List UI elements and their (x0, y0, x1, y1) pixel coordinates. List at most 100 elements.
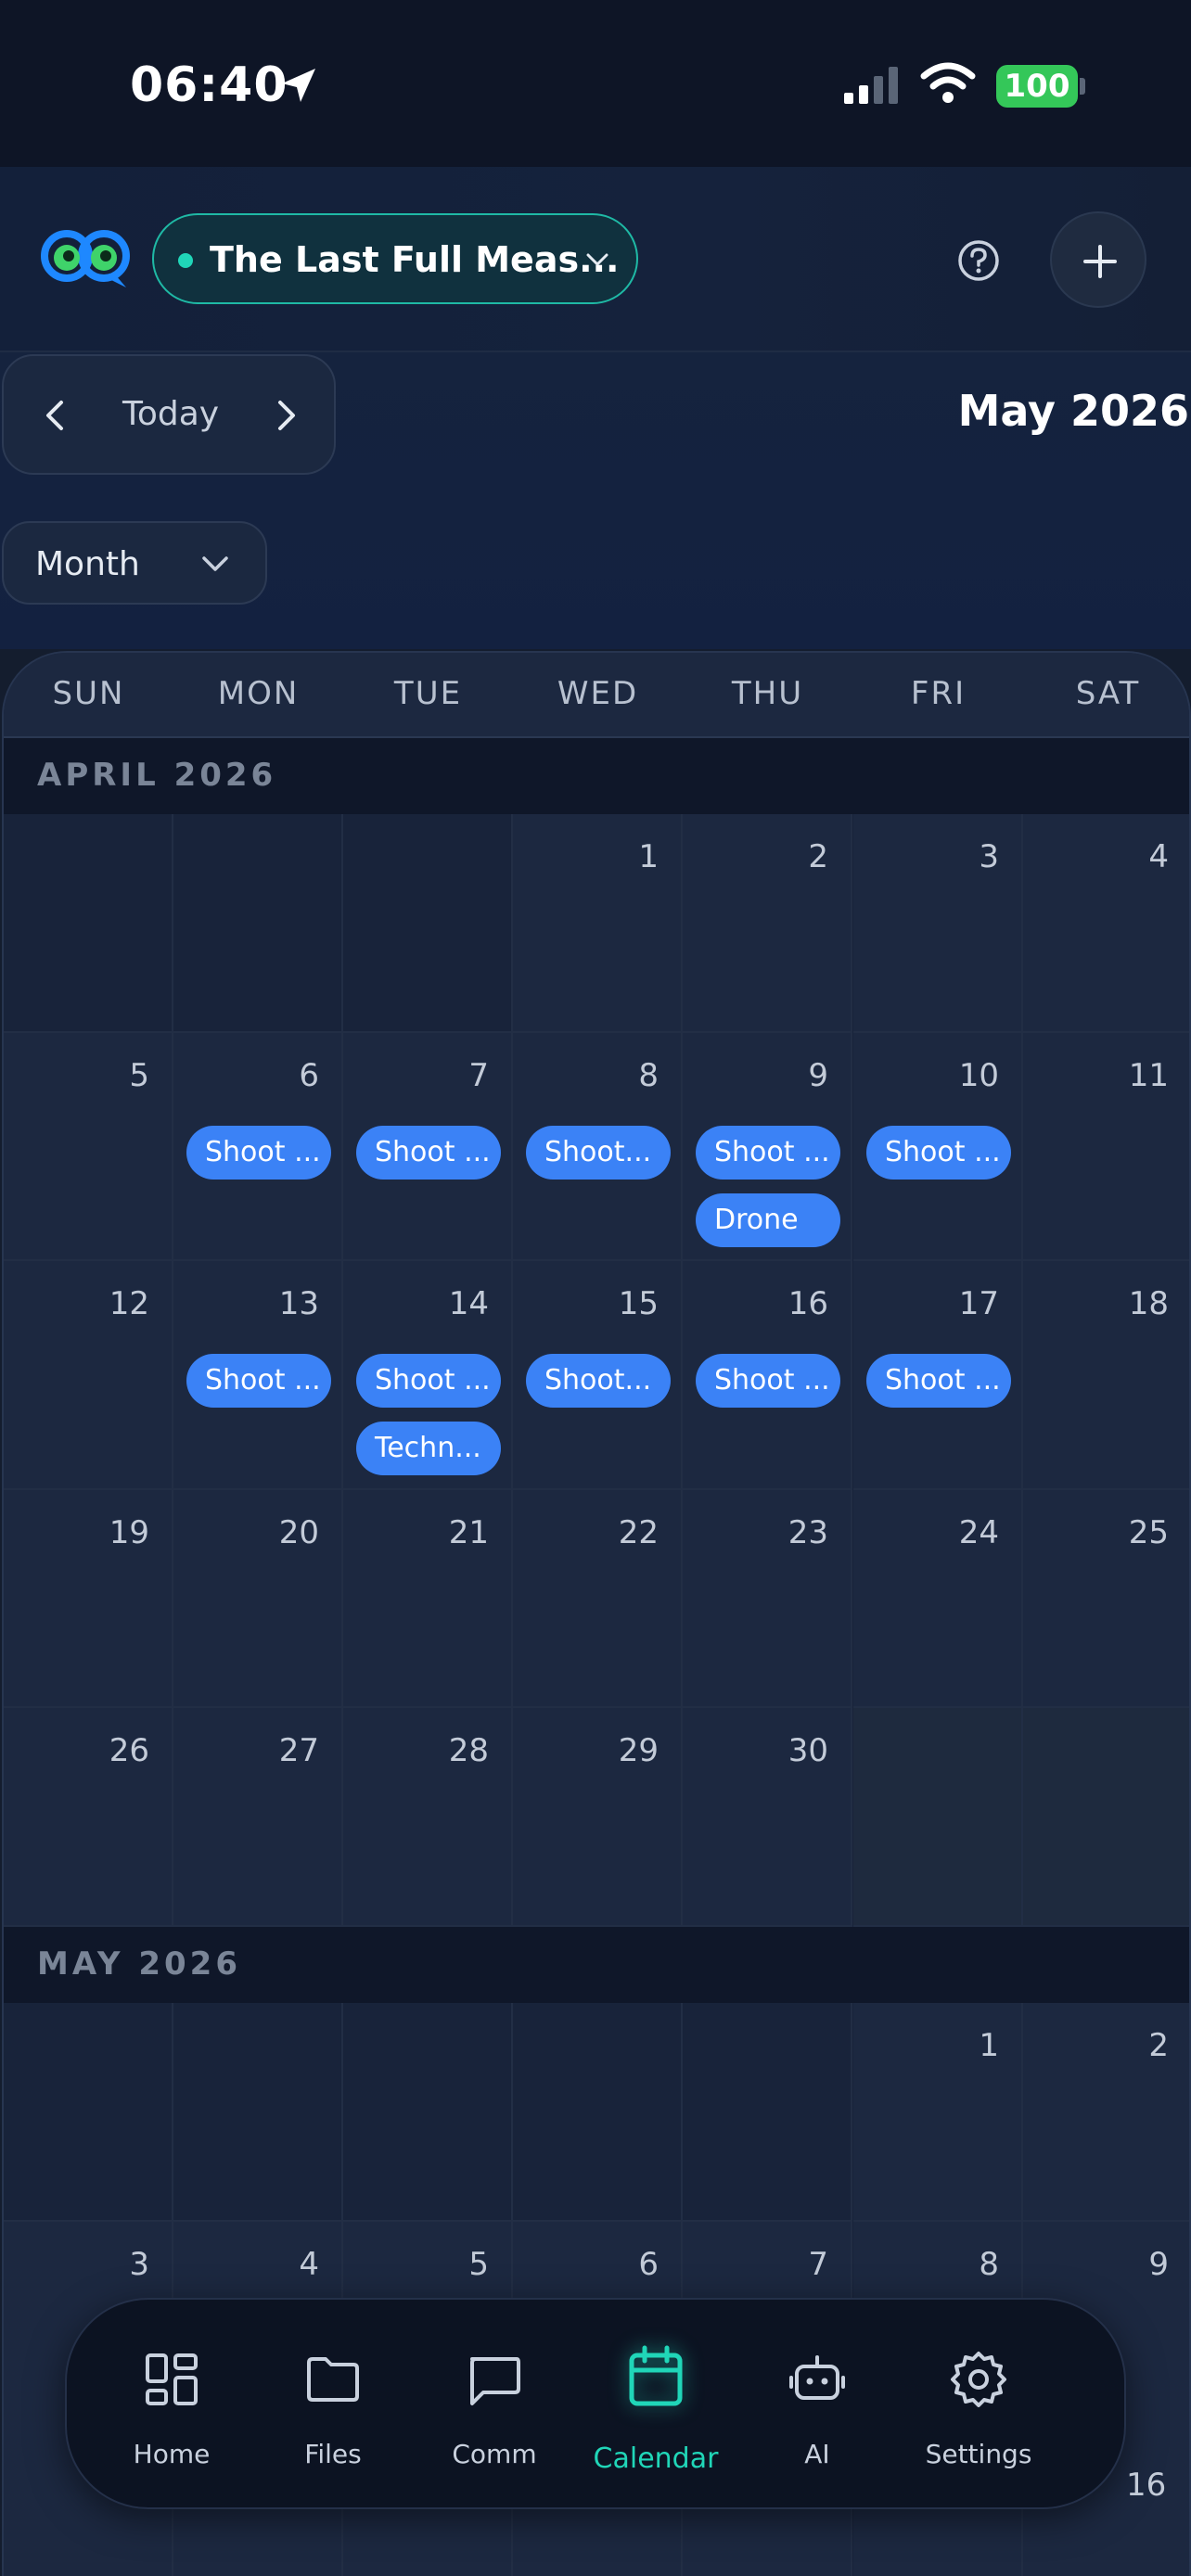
day-number: 8 (979, 2246, 999, 2283)
day-number: 21 (448, 1514, 489, 1551)
day-cell[interactable]: 17 Shoot ... (853, 1261, 1023, 1490)
day-cell[interactable]: 8 Shoot... (513, 1033, 683, 1261)
day-cell[interactable]: 27 (173, 1708, 343, 1927)
tab-settings[interactable]: Settings (898, 2300, 1059, 2511)
day-cell[interactable]: 21 (343, 1490, 513, 1708)
event-chip[interactable]: Shoot... (526, 1354, 671, 1408)
empty-day-cell (173, 2003, 343, 2222)
day-cell[interactable]: 25 (1023, 1490, 1189, 1708)
chevron-left-icon[interactable] (37, 397, 74, 434)
tab-home[interactable]: Home (91, 2300, 252, 2511)
robot-icon (789, 2355, 845, 2400)
calendar-controls: Today May 2026 Month (0, 352, 1191, 649)
tab-calendar[interactable]: Calendar (575, 2300, 736, 2511)
empty-day-cell (853, 1708, 1023, 1927)
day-cell[interactable]: 18 (1023, 1261, 1189, 1490)
empty-day-cell (343, 814, 513, 1033)
weekday-label: FRI (910, 675, 967, 712)
day-cell[interactable]: 6 Shoot ... (173, 1033, 343, 1261)
day-cell[interactable]: 29 (513, 1708, 683, 1927)
event-chip[interactable]: Drone (696, 1193, 840, 1247)
month-section-header: APRIL 2026 (4, 738, 1189, 814)
day-number: 15 (618, 1285, 659, 1322)
tab-files[interactable]: Files (252, 2300, 414, 2511)
day-number: 20 (278, 1514, 319, 1551)
day-cell[interactable]: 1 (513, 814, 683, 1033)
day-cell[interactable]: 7 Shoot ... (343, 1033, 513, 1261)
month-title: May 2026 (957, 386, 1189, 436)
day-cell[interactable]: 19 (4, 1490, 173, 1708)
day-cell[interactable]: 4 (1023, 814, 1189, 1033)
day-number: 3 (129, 2246, 149, 2283)
event-chip[interactable]: Shoot ... (866, 1354, 1011, 1408)
event-chip[interactable]: Techn... (356, 1422, 501, 1475)
day-number: 30 (788, 1732, 828, 1769)
day-number: 1 (979, 2027, 999, 2064)
app-logo[interactable] (41, 226, 132, 291)
day-cell[interactable]: 15 Shoot... (513, 1261, 683, 1490)
day-cell[interactable]: 2 (1023, 2003, 1189, 2222)
tab-label: Comm (452, 2439, 537, 2469)
day-number: 18 (1128, 1285, 1169, 1322)
day-cell[interactable]: 16 Shoot ... (683, 1261, 852, 1490)
chevron-right-icon[interactable] (267, 397, 304, 434)
view-mode-select[interactable]: Month (2, 521, 267, 605)
today-button[interactable]: Today (122, 395, 219, 433)
tab-comm[interactable]: Comm (414, 2300, 575, 2511)
event-chip[interactable]: Shoot ... (356, 1354, 501, 1408)
day-cell[interactable]: 3 (853, 814, 1023, 1033)
event-chip[interactable]: Shoot ... (866, 1126, 1011, 1180)
project-status-dot (178, 253, 193, 268)
empty-day-cell (513, 2003, 683, 2222)
day-cell[interactable]: 14 Shoot ... Techn... (343, 1261, 513, 1490)
day-cell[interactable]: 30 (683, 1708, 852, 1927)
month-section-header: MAY 2026 (4, 1927, 1189, 2003)
day-number: 27 (278, 1732, 319, 1769)
empty-day-cell (1023, 1708, 1189, 1927)
day-cell[interactable]: 20 (173, 1490, 343, 1708)
day-cell[interactable]: 24 (853, 1490, 1023, 1708)
view-mode-label: Month (35, 545, 140, 583)
weekday-label: WED (557, 675, 639, 712)
tab-label: Home (133, 2439, 211, 2469)
event-chip[interactable]: Shoot ... (696, 1126, 840, 1180)
day-number: 2 (1148, 2027, 1169, 2064)
event-chip[interactable]: Shoot ... (356, 1126, 501, 1180)
tab-ai[interactable]: AI (736, 2300, 898, 2511)
month-section-label: MAY 2026 (37, 1945, 241, 1983)
day-cell[interactable]: 12 (4, 1261, 173, 1490)
day-cell[interactable]: 10 Shoot ... (853, 1033, 1023, 1261)
help-icon[interactable] (955, 237, 1002, 284)
app-header: The Last Full Meas... (0, 167, 1191, 352)
event-chip[interactable]: Shoot ... (186, 1354, 331, 1408)
event-chip[interactable]: Shoot ... (186, 1126, 331, 1180)
day-cell[interactable]: 5 (4, 1033, 173, 1261)
day-cell[interactable]: 2 (683, 814, 852, 1033)
day-cell[interactable]: 23 (683, 1490, 852, 1708)
weekday-label: THU (731, 675, 804, 712)
battery-icon: 100 (996, 65, 1078, 108)
day-number: 25 (1128, 1514, 1169, 1551)
chat-bubble-icon (470, 2357, 520, 2405)
day-cell[interactable]: 28 (343, 1708, 513, 1927)
status-time: 06:40 (130, 57, 288, 113)
day-cell[interactable]: 22 (513, 1490, 683, 1708)
event-chip[interactable]: Shoot... (526, 1126, 671, 1180)
day-cell[interactable]: 11 (1023, 1033, 1189, 1261)
add-button[interactable] (1050, 211, 1146, 308)
day-number: 7 (808, 2246, 828, 2283)
event-chip[interactable]: Shoot ... (696, 1354, 840, 1408)
day-number: 6 (299, 1057, 319, 1094)
day-number: 17 (958, 1285, 999, 1322)
day-cell[interactable]: 26 (4, 1708, 173, 1927)
calendar-icon (629, 2345, 683, 2406)
day-cell[interactable]: 13 Shoot ... (173, 1261, 343, 1490)
location-arrow-icon (282, 69, 315, 102)
project-selector[interactable]: The Last Full Meas... (152, 213, 638, 304)
day-cell[interactable]: 9 Shoot ... Drone (683, 1033, 852, 1261)
day-number: 12 (109, 1285, 149, 1322)
empty-day-cell (4, 2003, 173, 2222)
day-number: 9 (808, 1057, 828, 1094)
day-cell[interactable]: 1 (853, 2003, 1023, 2222)
day-number: 5 (468, 2246, 489, 2283)
